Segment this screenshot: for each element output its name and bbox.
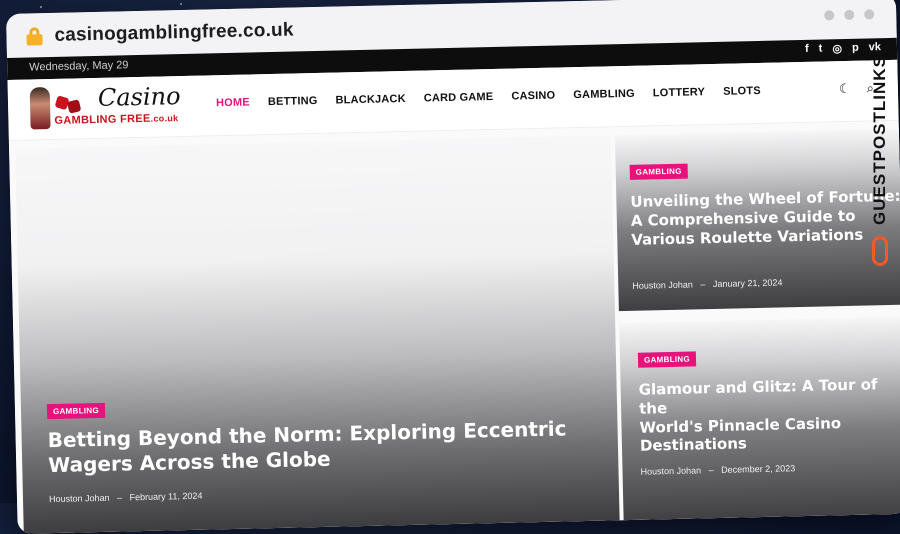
nav-item-betting[interactable]: BETTING — [268, 95, 318, 108]
side-post-title[interactable]: Unveiling the Wheel of Fortune: A Compre… — [630, 187, 900, 249]
dice-icon — [66, 99, 82, 114]
url-text[interactable]: casinogamblingfree.co.uk — [54, 19, 294, 46]
author-name[interactable]: Houston Johan — [49, 493, 110, 504]
facebook-icon[interactable]: f — [805, 43, 809, 56]
featured-section: GAMBLING Betting Beyond the Norm: Explor… — [8, 120, 900, 534]
post-date: December 2, 2023 — [721, 463, 796, 475]
pinterest-icon[interactable]: p — [852, 42, 859, 55]
category-badge[interactable]: GAMBLING — [46, 402, 106, 420]
nav-item-blackjack[interactable]: BLACKJACK — [335, 93, 406, 107]
window-dot-icon[interactable] — [864, 9, 875, 20]
lock-icon — [26, 27, 43, 46]
nav-item-gambling[interactable]: GAMBLING — [573, 88, 635, 101]
current-date: Wednesday, May 29 — [29, 59, 129, 74]
category-badge[interactable]: GAMBLING — [637, 351, 697, 368]
window-dot-icon[interactable] — [844, 9, 855, 20]
instagram-icon[interactable]: ◎ — [832, 42, 842, 55]
hero-post[interactable]: GAMBLING Betting Beyond the Norm: Explor… — [15, 135, 620, 534]
hero-title[interactable]: Betting Beyond the Norm: Exploring Eccen… — [47, 416, 567, 478]
window-dot-icon[interactable] — [824, 10, 835, 21]
side-post[interactable]: GAMBLING Unveiling the Wheel of Fortune:… — [614, 128, 900, 312]
guestpostlinks-watermark: GUESTPOSTLINKS — [868, 40, 894, 270]
site-logo[interactable]: Casino GAMBLING FREE.co.uk — [28, 82, 189, 134]
post-date: January 21, 2024 — [712, 277, 783, 290]
watermark-text: GUESTPOSTLINKS — [870, 55, 889, 225]
post-date: February 11, 2024 — [129, 490, 203, 503]
main-nav: HOME BETTING BLACKJACK CARD GAME CASINO … — [216, 85, 761, 109]
twitter-icon[interactable]: t — [819, 42, 823, 55]
side-post-title[interactable]: Glamour and Glitz: A Tour of the World's… — [638, 375, 900, 456]
author-name[interactable]: Houston Johan — [640, 465, 701, 476]
nav-item-home[interactable]: HOME — [216, 96, 250, 109]
logo-figure-icon — [29, 87, 51, 130]
author-name[interactable]: Houston Johan — [632, 279, 693, 290]
logo-subtitle: GAMBLING FREE.co.uk — [54, 112, 179, 127]
nav-item-card-game[interactable]: CARD GAME — [424, 91, 494, 105]
side-post[interactable]: GAMBLING Glamour and Glitz: A Tour of th… — [619, 316, 900, 524]
browser-window: casinogamblingfree.co.uk Wednesday, May … — [6, 0, 900, 534]
post-meta: Houston Johan – February 11, 2024 — [48, 490, 203, 505]
nav-item-lottery[interactable]: LOTTERY — [653, 86, 706, 99]
window-controls — [824, 9, 875, 21]
post-meta: Houston Johan – December 2, 2023 — [640, 463, 796, 477]
chain-link-icon — [872, 236, 888, 266]
post-meta: Houston Johan – January 21, 2024 — [632, 277, 783, 291]
nav-item-casino[interactable]: CASINO — [511, 90, 555, 103]
dark-mode-icon[interactable]: ☾ — [839, 81, 851, 97]
category-badge[interactable]: GAMBLING — [629, 163, 688, 180]
logo-script: Casino — [97, 82, 181, 112]
nav-item-slots[interactable]: SLOTS — [723, 85, 761, 98]
